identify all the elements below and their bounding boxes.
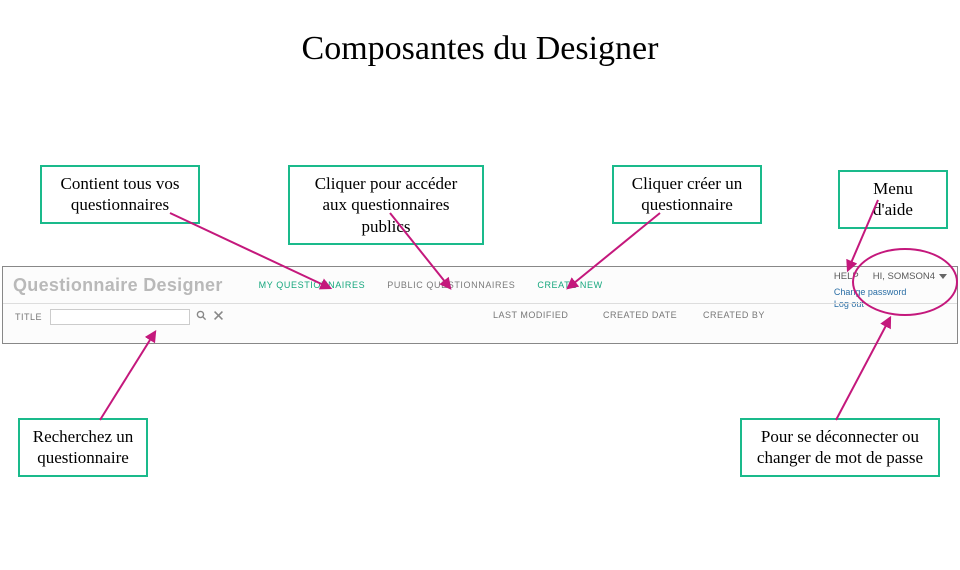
designer-screenshot: Questionnaire Designer MY QUESTIONNAIRES… — [2, 266, 958, 344]
col-last-modified[interactable]: LAST MODIFIED — [493, 310, 568, 320]
change-password-link[interactable]: Change password — [834, 286, 947, 298]
callout-logout: Pour se déconnecter ou changer de mot de… — [740, 418, 940, 477]
nav-create-new[interactable]: CREATE NEW — [537, 280, 602, 290]
app-title: Questionnaire Designer — [13, 275, 223, 296]
app-topbar: Questionnaire Designer MY QUESTIONNAIRES… — [3, 267, 957, 303]
primary-nav: MY QUESTIONNAIRES PUBLIC QUESTIONNAIRES … — [259, 280, 603, 290]
col-created-by[interactable]: CREATED BY — [703, 310, 765, 320]
callout-search: Recherchez un questionnaire — [18, 418, 148, 477]
col-created-date[interactable]: CREATED DATE — [603, 310, 677, 320]
callout-contains: Contient tous vos questionnaires — [40, 165, 200, 224]
clear-icon[interactable] — [213, 310, 224, 324]
filter-title-label: TITLE — [15, 312, 42, 322]
user-greeting[interactable]: HI, SOMSON4 — [873, 271, 947, 284]
help-link[interactable]: HELP — [834, 271, 859, 284]
search-icon[interactable] — [196, 310, 207, 324]
chevron-down-icon — [939, 274, 947, 279]
nav-public-questionnaires[interactable]: PUBLIC QUESTIONNAIRES — [387, 280, 515, 290]
callout-help: Menu d'aide — [838, 170, 948, 229]
filter-bar: TITLE LAST MODIFIED CREATED DATE CREATED… — [3, 303, 957, 329]
slide-title: Composantes du Designer — [0, 30, 960, 68]
nav-my-questionnaires[interactable]: MY QUESTIONNAIRES — [259, 280, 366, 290]
callout-create: Cliquer créer un questionnaire — [612, 165, 762, 224]
search-input[interactable] — [50, 309, 190, 325]
callout-public: Cliquer pour accéder aux questionnaires … — [288, 165, 484, 245]
